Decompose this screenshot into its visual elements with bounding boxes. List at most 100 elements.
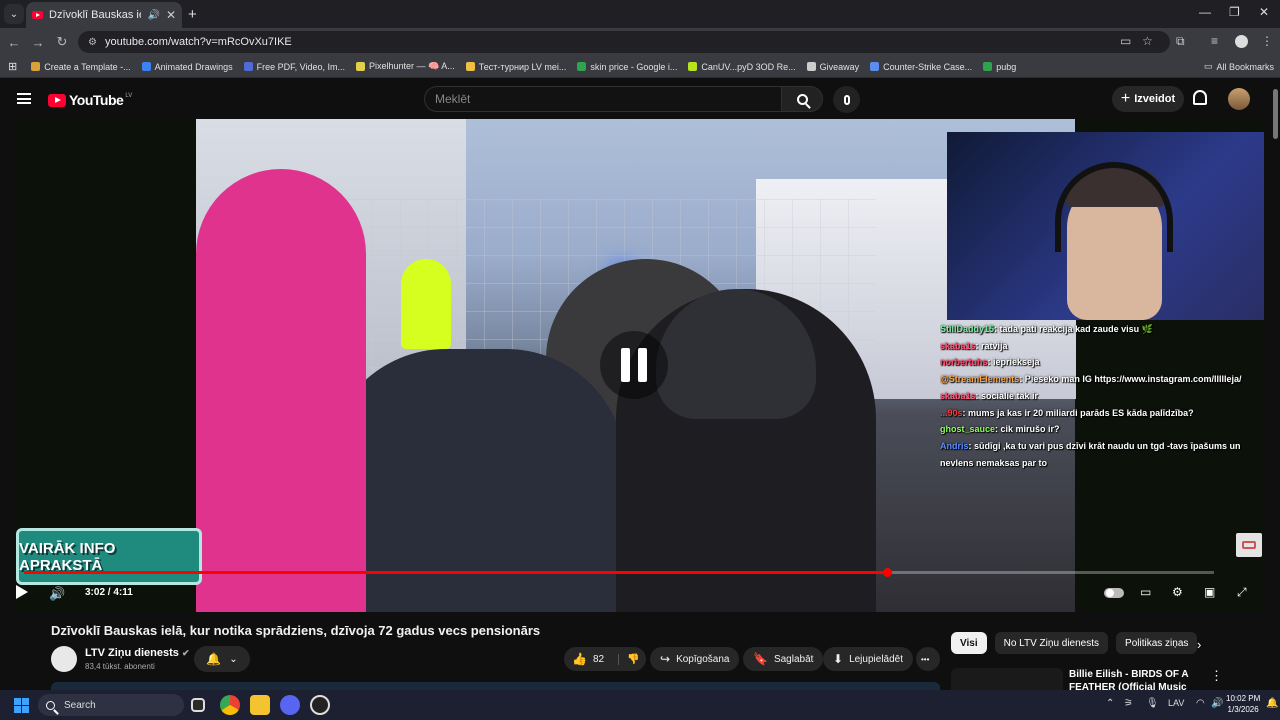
chat-username: @StreamElements bbox=[940, 374, 1020, 385]
address-bar[interactable]: ⚙ youtube.com/watch?v=mRcOvXu7IKE bbox=[78, 31, 1170, 53]
plus-icon: + bbox=[1120, 90, 1131, 107]
settings-gear-icon[interactable]: ⚙ bbox=[1172, 585, 1183, 599]
description-box[interactable] bbox=[51, 682, 940, 690]
play-icon[interactable] bbox=[16, 585, 28, 599]
window-restore-button[interactable]: ❐ bbox=[1229, 5, 1240, 19]
apps-grid-icon[interactable]: ⊞ bbox=[8, 60, 17, 73]
network-icon[interactable]: ⚞ bbox=[1124, 698, 1133, 709]
youtube-logo[interactable]: YouTube LV bbox=[48, 92, 132, 108]
bookmark-item[interactable]: CanUV...pyD 3OD Re... bbox=[688, 61, 796, 72]
bookmark-label: pubg bbox=[996, 61, 1017, 72]
youtube-wordmark: YouTube bbox=[69, 92, 124, 108]
subscriber-count: 83,4 tūkst. abonenti bbox=[85, 662, 155, 671]
page-scrollbar[interactable] bbox=[1271, 79, 1280, 690]
discord-icon[interactable] bbox=[280, 695, 300, 715]
tab-youtube[interactable]: Dzīvoklī Bauskas ielā, kur n 🔊 ✕ bbox=[26, 2, 182, 28]
miniplayer-icon[interactable]: ▣ bbox=[1204, 585, 1215, 599]
file-explorer-icon[interactable] bbox=[250, 695, 270, 715]
menu-icon[interactable] bbox=[17, 93, 31, 104]
channel-avatar[interactable] bbox=[51, 646, 77, 672]
related-more-icon[interactable]: ⋮ bbox=[1210, 668, 1223, 684]
progress-bar[interactable] bbox=[24, 568, 1214, 577]
like-dislike-group: 👍 82 👎 bbox=[564, 647, 646, 671]
taskbar-search[interactable]: Search bbox=[38, 694, 184, 716]
channel-watermark[interactable] bbox=[1236, 533, 1262, 557]
search-button[interactable] bbox=[781, 86, 823, 112]
scrubber-handle[interactable] bbox=[883, 568, 892, 577]
bookmark-item[interactable]: Free PDF, Video, Im... bbox=[243, 61, 345, 72]
captions-icon[interactable]: ▭ bbox=[1140, 585, 1151, 599]
create-button[interactable]: + Izveidot bbox=[1112, 86, 1184, 112]
window-minimize-button[interactable]: — bbox=[1199, 5, 1211, 19]
bookmark-item[interactable]: Animated Drawings bbox=[141, 61, 233, 72]
like-icon[interactable]: 👍 bbox=[572, 652, 587, 666]
notifications-bell-icon[interactable] bbox=[1193, 90, 1207, 105]
tab-close-icon[interactable]: ✕ bbox=[166, 8, 176, 22]
bookmark-item[interactable]: Giveaway bbox=[806, 61, 860, 72]
youtube-header: YouTube LV Meklēt + Izveidot bbox=[0, 79, 1280, 119]
window-close-button[interactable]: ✕ bbox=[1259, 5, 1269, 19]
account-avatar[interactable] bbox=[1228, 88, 1250, 110]
folder-icon: ▭ bbox=[1204, 61, 1213, 71]
taskbar-search-label: Search bbox=[64, 699, 96, 711]
notification-icon[interactable]: 🔔 bbox=[1266, 698, 1278, 709]
start-windows-icon[interactable] bbox=[14, 698, 29, 713]
bookmark-item[interactable]: Pixelhunter — 🧠 A... bbox=[356, 61, 455, 72]
related-video-thumbnail[interactable] bbox=[951, 668, 1063, 690]
tab-search-button[interactable]: ⌄ bbox=[4, 4, 24, 24]
fullscreen-icon[interactable]: ⤢ bbox=[1237, 585, 1247, 600]
volume-icon[interactable]: 🔊 bbox=[49, 586, 65, 602]
bookmark-favicon-icon bbox=[806, 62, 816, 71]
extensions-icon[interactable]: ⧉ bbox=[1176, 34, 1185, 49]
speaker-icon[interactable]: 🔊 bbox=[147, 10, 159, 21]
new-tab-button[interactable]: + bbox=[188, 6, 197, 23]
filter-chip[interactable]: Visi bbox=[951, 632, 987, 654]
save-button[interactable]: 🔖 Saglabāt bbox=[743, 647, 824, 671]
reload-icon[interactable]: ↻ bbox=[50, 34, 74, 50]
video-player[interactable]: StillDaddy15: tada pati reakcija kad zau… bbox=[16, 119, 1264, 612]
pause-overlay-button[interactable] bbox=[600, 331, 668, 399]
dislike-icon[interactable]: 👎 bbox=[618, 653, 640, 665]
forward-arrow-icon[interactable]: → bbox=[26, 35, 50, 50]
chevron-right-icon[interactable]: › bbox=[1197, 637, 1201, 652]
all-bookmarks-button[interactable]: ▭ All Bookmarks bbox=[1204, 61, 1274, 72]
task-view-icon[interactable] bbox=[191, 698, 205, 712]
tray-chevron-icon[interactable]: ⌃ bbox=[1106, 698, 1114, 709]
bookmark-item[interactable]: pubg bbox=[983, 61, 1016, 72]
channel-name[interactable]: LTV Ziņu dienests ✔ bbox=[85, 647, 190, 659]
verified-icon: ✔ bbox=[181, 648, 190, 658]
voice-search-button[interactable] bbox=[833, 86, 860, 113]
bookmark-label: Giveaway bbox=[819, 61, 860, 72]
channel-name-text: LTV Ziņu dienests bbox=[85, 647, 179, 659]
bookmark-favicon-icon bbox=[141, 62, 151, 71]
download-button[interactable]: ⬇ Lejupielādēt bbox=[823, 647, 913, 671]
profile-avatar[interactable] bbox=[1235, 35, 1248, 48]
cast-icon[interactable]: ▭ bbox=[1120, 34, 1131, 48]
language-indicator[interactable]: LAV bbox=[1168, 698, 1184, 708]
filter-chip[interactable]: No LTV Ziņu dienests bbox=[994, 632, 1109, 654]
media-controls-icon[interactable]: ≡ bbox=[1211, 34, 1218, 48]
share-button[interactable]: ↪ Kopīgošana bbox=[650, 647, 740, 671]
bookmark-item[interactable]: Create a Template -... bbox=[31, 61, 131, 72]
site-info-icon[interactable]: ⚙ bbox=[88, 37, 97, 48]
autoplay-toggle[interactable] bbox=[1104, 588, 1124, 598]
volume-tray-icon[interactable]: 🔊 bbox=[1211, 698, 1223, 709]
chrome-icon[interactable] bbox=[220, 695, 240, 715]
bookmark-item[interactable]: Counter-Strike Case... bbox=[870, 61, 972, 72]
bookmark-star-icon[interactable]: ☆ bbox=[1142, 34, 1153, 48]
bookmark-list: Create a Template -... Animated Drawings F… bbox=[31, 61, 1027, 72]
chat-username: norbertuhs bbox=[940, 357, 988, 368]
scrollbar-thumb[interactable] bbox=[1273, 89, 1278, 139]
back-arrow-icon[interactable]: ← bbox=[2, 35, 26, 50]
filter-chip[interactable]: Politikas ziņas bbox=[1116, 632, 1198, 654]
system-clock[interactable]: 10:02 PM 1/3/2026 bbox=[1226, 693, 1260, 715]
browser-menu-icon[interactable]: ⋮ bbox=[1261, 34, 1273, 48]
more-actions-button[interactable]: ••• bbox=[916, 647, 940, 671]
wifi-icon[interactable]: ◠ bbox=[1196, 698, 1205, 709]
subscription-bell-button[interactable]: 🔔 ⌄ bbox=[194, 646, 250, 672]
search-input[interactable]: Meklēt bbox=[424, 86, 782, 112]
bookmark-item[interactable]: skin price - Google i... bbox=[577, 61, 677, 72]
obs-icon[interactable] bbox=[310, 695, 330, 715]
microphone-tray-icon[interactable]: 🎙 bbox=[1146, 698, 1159, 709]
bookmark-item[interactable]: Тест-турнир LV mei... bbox=[465, 61, 566, 72]
